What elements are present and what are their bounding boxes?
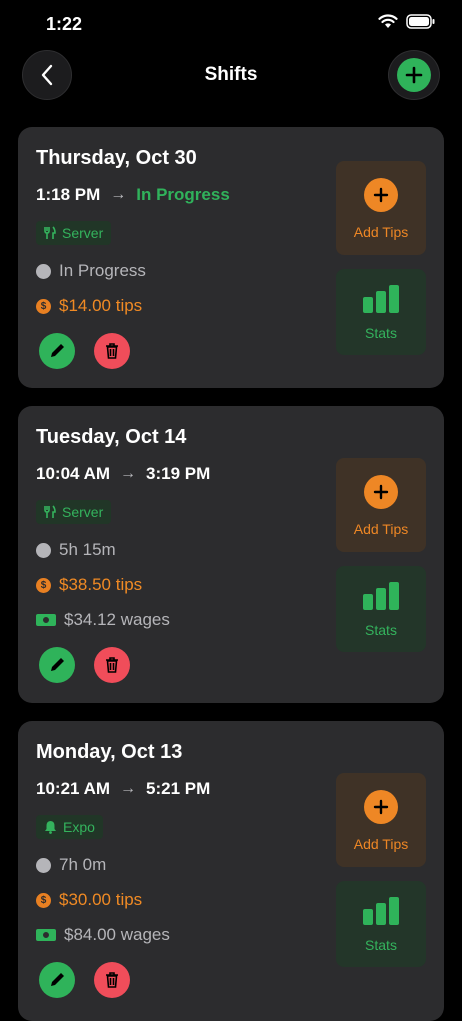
add-tips-button[interactable]: Add Tips [336,458,426,552]
status-bar: 1:22 [0,0,462,50]
duration-row: In Progress [36,261,146,281]
add-tips-label: Add Tips [353,224,409,240]
tips-text: $14.00 tips [59,296,143,315]
shift-times: 1:18 PM → In Progress [36,185,230,205]
cash-icon [36,929,56,941]
shift-start: 10:04 AM [36,464,111,483]
tips-text: $38.50 tips [59,575,143,594]
add-tips-label: Add Tips [353,836,409,852]
plus-icon [364,475,398,509]
shift-date: Monday, Oct 13 [36,741,183,763]
pencil-icon [51,344,64,357]
edit-button[interactable] [39,962,75,998]
navigation-bar: Shifts [0,50,462,100]
fork-knife-icon [44,226,56,239]
wifi-icon [378,14,398,28]
stats-button[interactable]: Stats [336,881,426,967]
role-label: Expo [63,819,95,835]
arrow-right-icon: → [120,780,137,797]
tips-row: $ $14.00 tips [36,296,142,316]
trash-icon [106,343,118,359]
stats-label: Stats [365,937,397,953]
tips-row: $ $30.00 tips [36,890,142,910]
shift-card[interactable]: Thursday, Oct 30 1:18 PM → In Progress S… [18,127,444,388]
shift-card[interactable]: Monday, Oct 13 10:21 AM → 5:21 PM Expo 7… [18,721,444,1021]
cash-icon [36,614,56,626]
shift-date: Tuesday, Oct 14 [36,426,187,448]
trash-icon [106,657,118,673]
tips-row: $ $38.50 tips [36,575,142,595]
role-badge: Expo [36,815,103,839]
add-tips-button[interactable]: Add Tips [336,773,426,867]
bell-icon [45,821,56,834]
wages-row: $84.00 wages [36,925,170,945]
edit-button[interactable] [39,647,75,683]
delete-button[interactable] [94,333,130,369]
add-shift-button[interactable] [388,50,440,100]
duration-text: In Progress [59,261,146,280]
delete-button[interactable] [94,647,130,683]
clock-icon [36,542,51,558]
coin-icon: $ [36,892,51,908]
shift-times: 10:21 AM → 5:21 PM [36,779,210,799]
shift-end: In Progress [136,185,230,204]
coin-icon: $ [36,577,51,593]
shift-start: 10:21 AM [36,779,111,798]
plus-icon [364,790,398,824]
add-tips-label: Add Tips [353,521,409,537]
battery-icon [406,14,435,29]
stats-label: Stats [365,622,397,638]
arrow-right-icon: → [120,465,137,482]
wages-text: $84.00 wages [64,925,170,944]
plus-icon [397,58,431,92]
pencil-icon [51,658,64,671]
arrow-right-icon: → [110,186,127,203]
pencil-icon [51,973,64,986]
bar-chart-icon [363,285,399,313]
trash-icon [106,972,118,988]
role-badge: Server [36,500,112,524]
duration-row: 7h 0m [36,855,106,875]
shift-end: 3:19 PM [146,464,211,483]
wages-row: $34.12 wages [36,610,170,630]
fork-knife-icon [44,505,56,518]
duration-row: 5h 15m [36,540,116,560]
bar-chart-icon [363,582,399,610]
edit-button[interactable] [39,333,75,369]
duration-text: 5h 15m [59,540,116,559]
shift-card[interactable]: Tuesday, Oct 14 10:04 AM → 3:19 PM Serve… [18,406,444,703]
role-label: Server [62,225,104,241]
wages-text: $34.12 wages [64,610,170,629]
status-icons [378,14,436,29]
shift-date: Thursday, Oct 30 [36,147,197,169]
clock-icon [36,263,51,279]
tips-text: $30.00 tips [59,890,143,909]
coin-icon: $ [36,298,51,314]
clock-icon [36,857,51,873]
bar-chart-icon [363,897,399,925]
plus-icon [364,178,398,212]
shift-start: 1:18 PM [36,185,101,204]
stats-label: Stats [365,325,397,341]
stats-button[interactable]: Stats [336,566,426,652]
duration-text: 7h 0m [59,855,107,874]
add-tips-button[interactable]: Add Tips [336,161,426,255]
status-time: 1:22 [46,14,83,34]
role-badge: Server [36,221,112,245]
shift-times: 10:04 AM → 3:19 PM [36,464,210,484]
role-label: Server [62,504,104,520]
delete-button[interactable] [94,962,130,998]
stats-button[interactable]: Stats [336,269,426,355]
shift-end: 5:21 PM [146,779,211,798]
